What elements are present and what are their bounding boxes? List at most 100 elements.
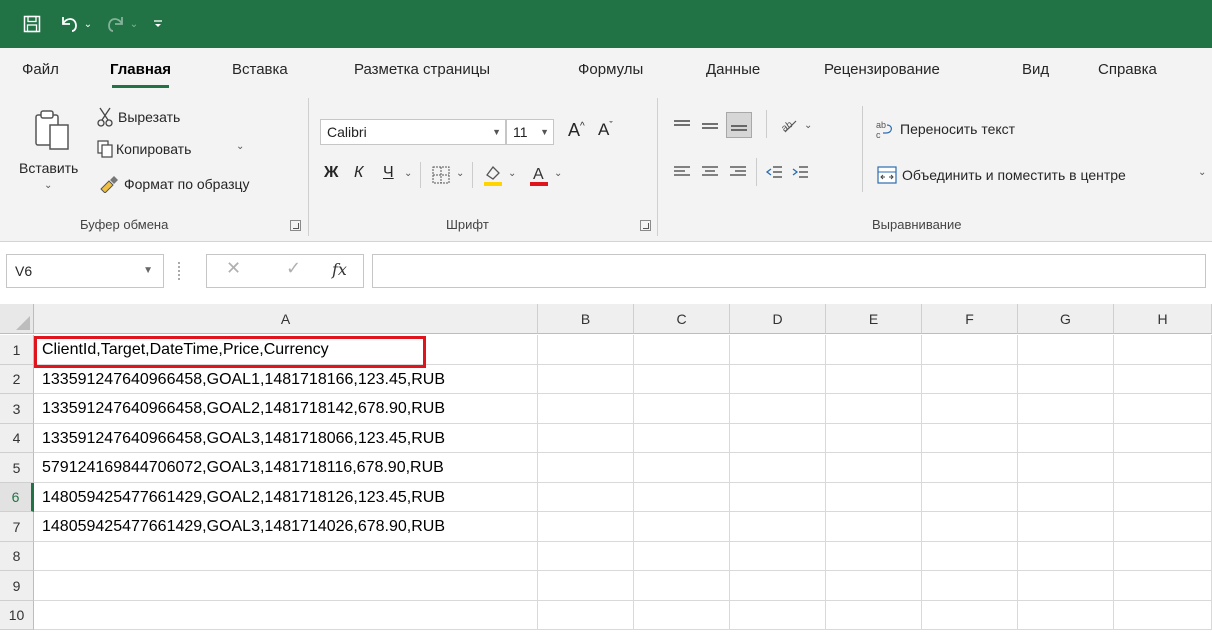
- cell-b8[interactable]: [538, 542, 634, 571]
- font-launcher-icon[interactable]: [640, 220, 651, 231]
- cell-c4[interactable]: [634, 424, 730, 453]
- column-header-e[interactable]: E: [826, 304, 922, 334]
- cell-g8[interactable]: [1018, 542, 1114, 571]
- cell-e3[interactable]: [826, 394, 922, 424]
- merge-center-button[interactable]: Объединить и поместить в центре: [902, 167, 1126, 183]
- cell-d6[interactable]: [730, 483, 826, 512]
- format-painter-button[interactable]: Формат по образцу: [124, 176, 250, 192]
- cell-a9[interactable]: [34, 571, 538, 601]
- decrease-indent-icon[interactable]: [764, 162, 784, 182]
- orientation-icon[interactable]: ab: [778, 114, 800, 136]
- column-header-b[interactable]: B: [538, 304, 634, 334]
- cell-d2[interactable]: [730, 365, 826, 394]
- align-left-icon[interactable]: [672, 162, 692, 182]
- tab-help[interactable]: Справка: [1098, 48, 1157, 92]
- cell-e1[interactable]: [826, 335, 922, 365]
- cell-f7[interactable]: [922, 512, 1018, 542]
- cell-h1[interactable]: [1114, 335, 1212, 365]
- cell-g3[interactable]: [1018, 394, 1114, 424]
- cell-h7[interactable]: [1114, 512, 1212, 542]
- customize-icon[interactable]: [150, 12, 166, 36]
- wrap-text-button[interactable]: Переносить текст: [900, 121, 1015, 137]
- cell-e6[interactable]: [826, 483, 922, 512]
- cell-d5[interactable]: [730, 453, 826, 483]
- cell-h9[interactable]: [1114, 571, 1212, 601]
- cell-f9[interactable]: [922, 571, 1018, 601]
- tab-insert[interactable]: Вставка: [232, 48, 288, 92]
- borders-dropdown-icon[interactable]: ⌄: [456, 168, 464, 179]
- column-header-c[interactable]: C: [634, 304, 730, 334]
- redo-dropdown-icon[interactable]: ⌄: [128, 12, 140, 36]
- cell-c7[interactable]: [634, 512, 730, 542]
- align-middle-icon[interactable]: [700, 116, 720, 136]
- cell-c3[interactable]: [634, 394, 730, 424]
- insert-function-icon[interactable]: fx: [332, 260, 347, 279]
- cell-g5[interactable]: [1018, 453, 1114, 483]
- decrease-font-icon[interactable]: Aˇ: [598, 120, 613, 140]
- formula-bar-splitter[interactable]: [178, 262, 180, 280]
- name-box[interactable]: V6 ▼: [6, 254, 164, 288]
- undo-icon[interactable]: [56, 12, 82, 36]
- cell-g2[interactable]: [1018, 365, 1114, 394]
- cell-d4[interactable]: [730, 424, 826, 453]
- cell-d10[interactable]: [730, 601, 826, 630]
- cell-c2[interactable]: [634, 365, 730, 394]
- tab-formulas[interactable]: Формулы: [578, 48, 643, 92]
- cell-h4[interactable]: [1114, 424, 1212, 453]
- row-header-6[interactable]: 6: [0, 483, 34, 512]
- column-header-a[interactable]: A: [34, 304, 538, 334]
- cell-f10[interactable]: [922, 601, 1018, 630]
- cell-f6[interactable]: [922, 483, 1018, 512]
- cancel-icon[interactable]: ✕: [226, 258, 241, 279]
- align-top-icon[interactable]: [672, 116, 692, 136]
- cell-h3[interactable]: [1114, 394, 1212, 424]
- underline-dropdown-icon[interactable]: ⌄: [404, 168, 412, 179]
- cell-d8[interactable]: [730, 542, 826, 571]
- cell-b2[interactable]: [538, 365, 634, 394]
- orientation-dropdown-icon[interactable]: ⌄: [804, 120, 812, 131]
- cell-d7[interactable]: [730, 512, 826, 542]
- increase-font-icon[interactable]: A^: [568, 120, 585, 141]
- font-size-dropdown-icon[interactable]: ▼: [540, 120, 549, 144]
- cell-f3[interactable]: [922, 394, 1018, 424]
- copy-dropdown-icon[interactable]: ⌄: [236, 141, 244, 152]
- cell-h5[interactable]: [1114, 453, 1212, 483]
- paste-icon[interactable]: [30, 106, 74, 154]
- tab-review[interactable]: Рецензирование: [824, 48, 940, 92]
- cell-f5[interactable]: [922, 453, 1018, 483]
- fill-color-dropdown-icon[interactable]: ⌄: [508, 168, 516, 179]
- cell-g6[interactable]: [1018, 483, 1114, 512]
- align-right-icon[interactable]: [728, 162, 748, 182]
- paste-dropdown-icon[interactable]: ⌄: [44, 180, 52, 191]
- cell-e5[interactable]: [826, 453, 922, 483]
- bold-button[interactable]: Ж: [324, 164, 338, 182]
- row-header-1[interactable]: 1: [0, 335, 34, 365]
- cell-f2[interactable]: [922, 365, 1018, 394]
- cell-e2[interactable]: [826, 365, 922, 394]
- row-header-5[interactable]: 5: [0, 453, 34, 483]
- cell-h10[interactable]: [1114, 601, 1212, 630]
- cell-e9[interactable]: [826, 571, 922, 601]
- align-bottom-icon[interactable]: [726, 112, 752, 138]
- cell-b4[interactable]: [538, 424, 634, 453]
- cell-c8[interactable]: [634, 542, 730, 571]
- copy-button[interactable]: Копировать: [116, 141, 191, 157]
- cut-button[interactable]: Вырезать: [118, 109, 180, 125]
- cell-c6[interactable]: [634, 483, 730, 512]
- cell-b6[interactable]: [538, 483, 634, 512]
- tab-home[interactable]: Главная: [110, 48, 171, 92]
- row-header-4[interactable]: 4: [0, 424, 34, 453]
- merge-dropdown-icon[interactable]: ⌄: [1198, 167, 1206, 178]
- cell-g10[interactable]: [1018, 601, 1114, 630]
- formula-input[interactable]: [372, 254, 1206, 288]
- tab-page-layout[interactable]: Разметка страницы: [354, 48, 490, 92]
- cell-d3[interactable]: [730, 394, 826, 424]
- row-header-2[interactable]: 2: [0, 365, 34, 394]
- undo-dropdown-icon[interactable]: ⌄: [82, 12, 94, 36]
- cell-e10[interactable]: [826, 601, 922, 630]
- paste-button[interactable]: Вставить: [19, 160, 78, 176]
- cell-h6[interactable]: [1114, 483, 1212, 512]
- clipboard-launcher-icon[interactable]: [290, 220, 301, 231]
- name-box-dropdown-icon[interactable]: ▼: [143, 255, 153, 287]
- enter-icon[interactable]: ✓: [286, 258, 301, 279]
